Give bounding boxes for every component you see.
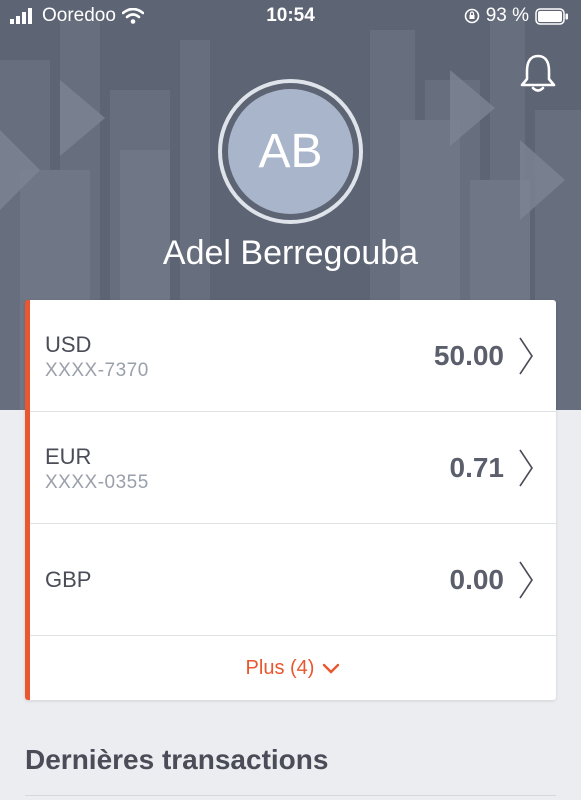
account-row-usd[interactable]: USD XXXX-7370 50.00	[30, 300, 556, 412]
more-accounts-label: Plus (4)	[245, 657, 315, 679]
more-accounts-button[interactable]: Plus (4)	[30, 637, 556, 700]
battery-icon	[535, 7, 568, 25]
bell-icon[interactable]	[518, 52, 558, 94]
status-bar: Ooredoo 10:54 93 %	[0, 0, 581, 34]
account-currency: EUR	[45, 444, 92, 469]
user-name: Adel Berregouba	[162, 234, 419, 272]
battery-percent: 93 %	[485, 5, 529, 26]
transactions-title: Dernières transactions	[25, 744, 329, 775]
avatar[interactable]: AB	[218, 79, 363, 224]
orientation-lock-icon	[464, 8, 479, 24]
chevron-down-icon	[323, 663, 340, 674]
section-divider	[25, 795, 556, 796]
account-currency: GBP	[45, 567, 92, 592]
avatar-initials: AB	[228, 89, 353, 214]
account-number: XXXX-0355	[45, 472, 149, 493]
account-row-eur[interactable]: EUR XXXX-0355 0.71	[30, 412, 556, 524]
chevron-right-icon	[519, 337, 533, 375]
chevron-right-icon	[519, 561, 533, 599]
account-row-gbp[interactable]: GBP 0.00	[30, 524, 556, 636]
account-balance: 0.00	[449, 564, 505, 595]
account-currency: USD	[45, 332, 92, 357]
account-balance: 50.00	[433, 340, 504, 371]
accounts-card: USD XXXX-7370 50.00 EUR XXXX-0355 0.71 G…	[25, 300, 556, 700]
account-number: XXXX-7370	[45, 360, 149, 381]
account-balance: 0.71	[449, 452, 505, 483]
chevron-right-icon	[519, 449, 533, 487]
